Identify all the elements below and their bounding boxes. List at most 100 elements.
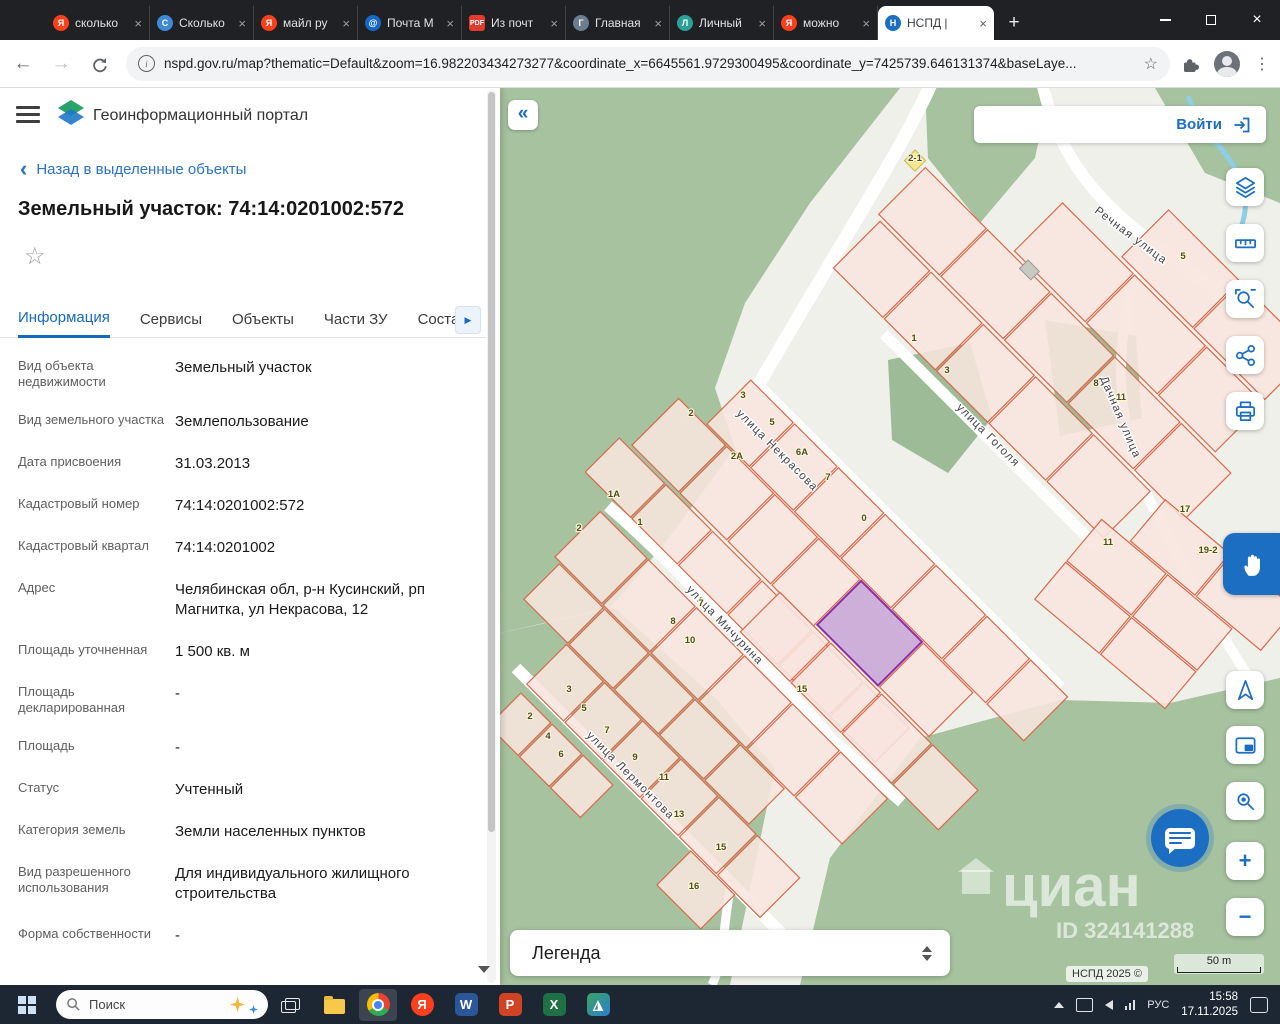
svg-text:2-1: 2-1 <box>908 153 922 164</box>
menu-hamburger-icon[interactable] <box>16 106 40 127</box>
portal-logo-icon <box>56 98 86 133</box>
reload-button[interactable] <box>84 49 114 79</box>
browser-tab[interactable]: ЛЛичный× <box>670 6 774 40</box>
photos-button[interactable]: ◮ <box>579 989 617 1021</box>
browser-tab-strip: Ясколько× ССколько× Ямайл ру× @Почта М× … <box>0 0 1280 40</box>
notification-center-icon[interactable] <box>1250 997 1268 1013</box>
locate-button[interactable] <box>1226 671 1264 709</box>
legend-toggle-icon[interactable] <box>922 946 932 961</box>
field-label: Площадь <box>18 738 175 758</box>
chrome-button[interactable] <box>359 989 397 1021</box>
legend-bar[interactable]: Легенда <box>510 930 950 976</box>
browser-menu-icon[interactable]: ⋮ <box>1254 54 1270 74</box>
tabs-scroll-right-button[interactable]: ▶ <box>455 306 481 334</box>
browser-tab[interactable]: ГГлавная× <box>566 6 670 40</box>
svg-text:16: 16 <box>689 881 700 892</box>
chat-button[interactable] <box>1146 804 1214 872</box>
share-button[interactable] <box>1226 336 1264 374</box>
tab-information[interactable]: Информация <box>18 309 110 338</box>
tab-close-icon[interactable]: × <box>550 16 558 31</box>
field-row: Площадь декларированная- <box>18 684 470 716</box>
chat-bubble-icon <box>1165 828 1195 849</box>
field-label: Дата присвоения <box>18 454 175 474</box>
collapse-panel-button[interactable]: « <box>508 100 538 130</box>
browser-tab-active[interactable]: ННСПД |× <box>878 6 994 40</box>
new-tab-button[interactable]: + <box>1000 9 1028 37</box>
browser-tab[interactable]: Ясколько× <box>46 6 150 40</box>
browser-tab[interactable]: ССколько× <box>150 6 254 40</box>
svg-text:8: 8 <box>670 616 675 627</box>
favorite-star-button[interactable]: ☆ <box>24 242 46 271</box>
browser-tab[interactable]: Яможно× <box>774 6 878 40</box>
back-to-selected-link[interactable]: ‹ Назад в выделенные объекты <box>20 161 246 178</box>
tab-objects[interactable]: Объекты <box>232 311 294 337</box>
print-button[interactable] <box>1226 392 1264 430</box>
svg-text:4: 4 <box>545 731 551 742</box>
tab-close-icon[interactable]: × <box>134 16 142 31</box>
map-canvas[interactable]: улица Некрасова улица Мичурина улица Лер… <box>500 88 1280 985</box>
svg-text:1: 1 <box>637 517 643 528</box>
window-maximize-button[interactable] <box>1188 0 1234 40</box>
display-tray-icon[interactable] <box>1076 998 1093 1012</box>
layers-button[interactable] <box>1226 168 1264 206</box>
object-search-button[interactable] <box>1226 280 1264 318</box>
tab-close-icon[interactable]: × <box>979 16 987 31</box>
clock[interactable]: 15:5817.11.2025 <box>1181 990 1238 1019</box>
scrollbar-thumb[interactable] <box>488 92 495 832</box>
forward-button[interactable]: → <box>46 49 76 79</box>
tab-parts[interactable]: Части ЗУ <box>324 311 388 337</box>
tab-close-icon[interactable]: × <box>446 16 454 31</box>
field-row: Площадь уточненная1 500 кв. м <box>18 642 470 662</box>
file-explorer-button[interactable] <box>315 989 353 1021</box>
site-info-icon[interactable]: i <box>138 55 155 72</box>
bookmark-star-icon[interactable]: ☆ <box>1144 54 1158 74</box>
tab-services[interactable]: Сервисы <box>140 311 202 337</box>
overview-frame-button[interactable] <box>1226 726 1264 764</box>
task-view-button[interactable] <box>271 989 309 1021</box>
scroll-down-icon[interactable] <box>478 966 490 973</box>
browser-tab[interactable]: @Почта М× <box>358 6 462 40</box>
address-bar[interactable]: i nspd.gov.ru/map?thematic=Default&zoom=… <box>126 47 1170 81</box>
word-button[interactable]: W <box>447 989 485 1021</box>
network-tray-icon[interactable] <box>1125 1000 1136 1010</box>
login-bar: Войти <box>974 106 1266 143</box>
tray-expand-icon[interactable] <box>1054 1002 1064 1008</box>
tab-close-icon[interactable]: × <box>342 16 350 31</box>
ruler-button[interactable] <box>1226 224 1264 262</box>
tab-favicon: С <box>157 15 173 31</box>
field-label: Форма собственности <box>18 926 175 946</box>
taskbar: Поиск Я W P X ◮ РУС 15:5817.11.2025 <box>0 985 1280 1024</box>
window-minimize-button[interactable] <box>1142 0 1188 40</box>
powerpoint-button[interactable]: P <box>491 989 529 1021</box>
panel-scrollbar[interactable] <box>487 90 496 983</box>
svg-text:17: 17 <box>1180 504 1191 515</box>
zoom-out-button[interactable]: − <box>1226 898 1264 936</box>
field-row: Кадастровый номер74:14:0201002:572 <box>18 496 470 516</box>
field-value: 1 500 кв. м <box>175 642 470 662</box>
excel-button[interactable]: X <box>535 989 573 1021</box>
language-indicator[interactable]: РУС <box>1147 999 1169 1011</box>
back-button[interactable]: ← <box>8 49 38 79</box>
taskbar-search[interactable]: Поиск <box>56 990 268 1019</box>
pan-tool-button[interactable] <box>1223 533 1280 595</box>
svg-text:0: 0 <box>861 513 866 524</box>
tab-close-icon[interactable]: × <box>758 16 766 31</box>
login-button[interactable]: Войти <box>1176 116 1222 133</box>
tab-favicon: Я <box>53 15 69 31</box>
start-button[interactable] <box>3 989 41 1021</box>
area-search-button[interactable] <box>1226 782 1264 820</box>
field-value: Для индивидуального жилищного строительс… <box>175 864 470 904</box>
browser-tab[interactable]: PDFИз почт× <box>462 6 566 40</box>
tab-close-icon[interactable]: × <box>654 16 662 31</box>
tab-composition[interactable]: Соста <box>418 311 460 337</box>
window-close-button[interactable]: × <box>1234 0 1280 40</box>
browser-tab[interactable]: Ямайл ру× <box>254 6 358 40</box>
zoom-in-button[interactable]: + <box>1226 842 1264 880</box>
extensions-icon[interactable] <box>1180 54 1200 74</box>
url-text[interactable]: nspd.gov.ru/map?thematic=Default&zoom=16… <box>164 56 1136 71</box>
volume-tray-icon[interactable] <box>1105 1000 1113 1010</box>
profile-avatar[interactable] <box>1214 51 1240 77</box>
tab-close-icon[interactable]: × <box>862 16 870 31</box>
tab-close-icon[interactable]: × <box>238 16 246 31</box>
yandex-browser-button[interactable]: Я <box>403 989 441 1021</box>
